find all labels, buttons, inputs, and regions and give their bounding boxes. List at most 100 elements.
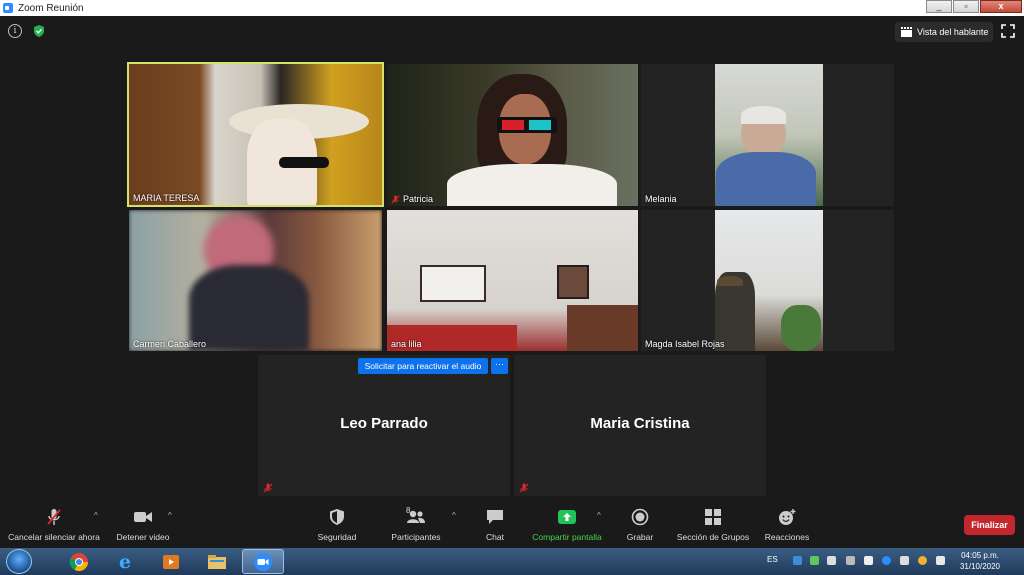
participant-name: Carmen Caballero <box>133 339 207 349</box>
minimize-button[interactable]: _ <box>926 0 952 13</box>
participant-name: Maria Cristina <box>590 415 690 432</box>
chat-button[interactable]: Chat <box>480 508 510 542</box>
video-tile-patricia[interactable]: Patricia <box>387 64 638 206</box>
participant-name-label: Magda Isabel Rojas <box>645 339 725 349</box>
clock-time: 04:05 p.m. <box>961 551 999 560</box>
share-label: Compartir pantalla <box>532 532 602 542</box>
video-figure <box>781 305 821 351</box>
video-figure <box>567 305 638 351</box>
video-tile-maria-teresa[interactable]: MARIA TERESA <box>127 62 384 207</box>
tray-signal-icon[interactable] <box>864 556 873 565</box>
speaker-view-icon <box>901 27 912 37</box>
more-options-button[interactable]: ··· <box>491 358 508 374</box>
taskbar-clock[interactable]: 04:05 p.m. 31/10/2020 <box>950 550 1010 572</box>
video-tile-magda-isabel-rojas[interactable]: Magda Isabel Rojas <box>641 210 894 351</box>
breakout-rooms-button[interactable]: Sección de Grupos <box>674 508 752 542</box>
participants-count: 8 <box>406 506 411 515</box>
participant-name: Melania <box>645 194 677 204</box>
video-figure <box>716 152 816 206</box>
zoom-logo-icon <box>3 3 13 13</box>
mic-muted-icon <box>391 194 400 203</box>
chat-label: Chat <box>486 532 504 542</box>
participants-button[interactable]: 8 Participantes <box>388 506 444 542</box>
record-label: Grabar <box>626 532 654 542</box>
reactions-button[interactable]: Reacciones <box>762 508 812 542</box>
end-meeting-button[interactable]: Finalizar <box>964 515 1015 535</box>
video-figure <box>189 265 309 351</box>
tray-security-icon[interactable] <box>810 556 819 565</box>
taskbar-chrome-icon[interactable] <box>58 549 100 574</box>
video-figure <box>529 120 551 130</box>
participant-name: ana lilia <box>391 339 422 349</box>
participant-name-label: ana lilia <box>391 339 422 349</box>
clock-date: 31/10/2020 <box>959 562 1001 571</box>
video-figure <box>557 265 589 299</box>
tray-app-icon[interactable] <box>918 556 927 565</box>
video-figure <box>279 157 329 168</box>
video-figure <box>502 120 524 130</box>
participant-name-label: MARIA TERESA <box>133 193 199 203</box>
participant-name: Patricia <box>403 194 434 204</box>
record-icon <box>631 508 649 526</box>
speaker-view-button[interactable]: Vista del hablante <box>895 22 993 42</box>
reactions-label: Reacciones <box>764 532 810 542</box>
record-button[interactable]: Grabar <box>624 508 656 542</box>
video-tile-maria-cristina[interactable]: Maria Cristina <box>514 355 766 496</box>
share-screen-icon <box>558 510 576 524</box>
maximize-button[interactable]: ▫ <box>953 0 979 13</box>
windows-start-button[interactable] <box>6 549 32 574</box>
tray-volume-icon[interactable] <box>827 556 836 565</box>
video-tile-melania[interactable]: Melania <box>641 64 894 206</box>
security-label: Seguridad <box>317 532 357 542</box>
encryption-shield-icon[interactable] <box>32 24 46 38</box>
fullscreen-icon[interactable] <box>1001 24 1015 38</box>
security-button[interactable]: Seguridad <box>314 508 360 542</box>
unmute-button[interactable]: Cancelar silenciar ahora <box>6 508 102 542</box>
video-options-caret[interactable]: ^ <box>168 511 172 520</box>
window-controls: _ ▫ x <box>926 0 1022 14</box>
request-unmute-button[interactable]: Solicitar para reactivar el audio <box>358 358 488 374</box>
video-label: Detener video <box>116 532 170 542</box>
video-camera-icon <box>134 512 152 522</box>
video-tile-leo-parrado[interactable]: Leo Parrado <box>258 355 510 496</box>
meeting-info-icon[interactable]: i <box>8 24 22 38</box>
tray-display-icon[interactable] <box>846 556 855 565</box>
chat-bubble-icon <box>487 510 503 524</box>
speaker-view-label: Vista del hablante <box>917 27 989 37</box>
zoom-window: Zoom Reunión _ ▫ x i Vista del hablante … <box>0 0 1024 575</box>
share-options-caret[interactable]: ^ <box>597 511 601 520</box>
video-figure <box>717 276 743 286</box>
participants-options-caret[interactable]: ^ <box>452 511 456 520</box>
meeting-toolbar: Cancelar silenciar ahora ^ Detener video… <box>0 502 1024 548</box>
participant-name-label: Patricia <box>391 194 433 204</box>
windows-taskbar: e ES 04:05 p.m. 31/10/2020 <box>0 548 1024 575</box>
video-tile-ana-lilia[interactable]: ana lilia <box>387 210 638 351</box>
mic-muted-icon <box>263 483 273 493</box>
language-indicator[interactable]: ES <box>767 555 778 564</box>
participant-name: Leo Parrado <box>340 415 428 432</box>
tray-device-icon[interactable] <box>900 556 909 565</box>
tray-network-icon[interactable] <box>793 556 802 565</box>
close-button[interactable]: x <box>980 0 1022 13</box>
stop-video-button[interactable]: Detener video <box>112 508 174 542</box>
participant-name: Magda Isabel Rojas <box>645 339 725 349</box>
tray-zoom-icon[interactable] <box>882 556 891 565</box>
taskbar-internet-explorer-icon[interactable]: e <box>104 549 146 574</box>
mic-muted-icon <box>519 483 529 493</box>
taskbar-media-player-icon[interactable] <box>150 549 192 574</box>
video-tile-carmen-caballero[interactable]: Carmen Caballero <box>129 210 382 351</box>
taskbar-zoom-icon[interactable] <box>242 549 284 574</box>
breakout-label: Sección de Grupos <box>676 532 750 542</box>
tray-flag-icon[interactable] <box>936 556 945 565</box>
security-shield-icon <box>330 509 344 525</box>
window-title: Zoom Reunión <box>18 2 84 14</box>
reactions-icon <box>779 509 796 525</box>
share-screen-button[interactable]: Compartir pantalla <box>528 508 606 542</box>
mic-muted-icon <box>47 509 61 525</box>
mute-label: Cancelar silenciar ahora <box>8 532 100 542</box>
participant-name-label: Melania <box>645 194 677 204</box>
taskbar-file-explorer-icon[interactable] <box>196 549 238 574</box>
audio-options-caret[interactable]: ^ <box>94 511 98 520</box>
video-figure <box>447 164 617 206</box>
breakout-rooms-icon <box>705 509 721 525</box>
